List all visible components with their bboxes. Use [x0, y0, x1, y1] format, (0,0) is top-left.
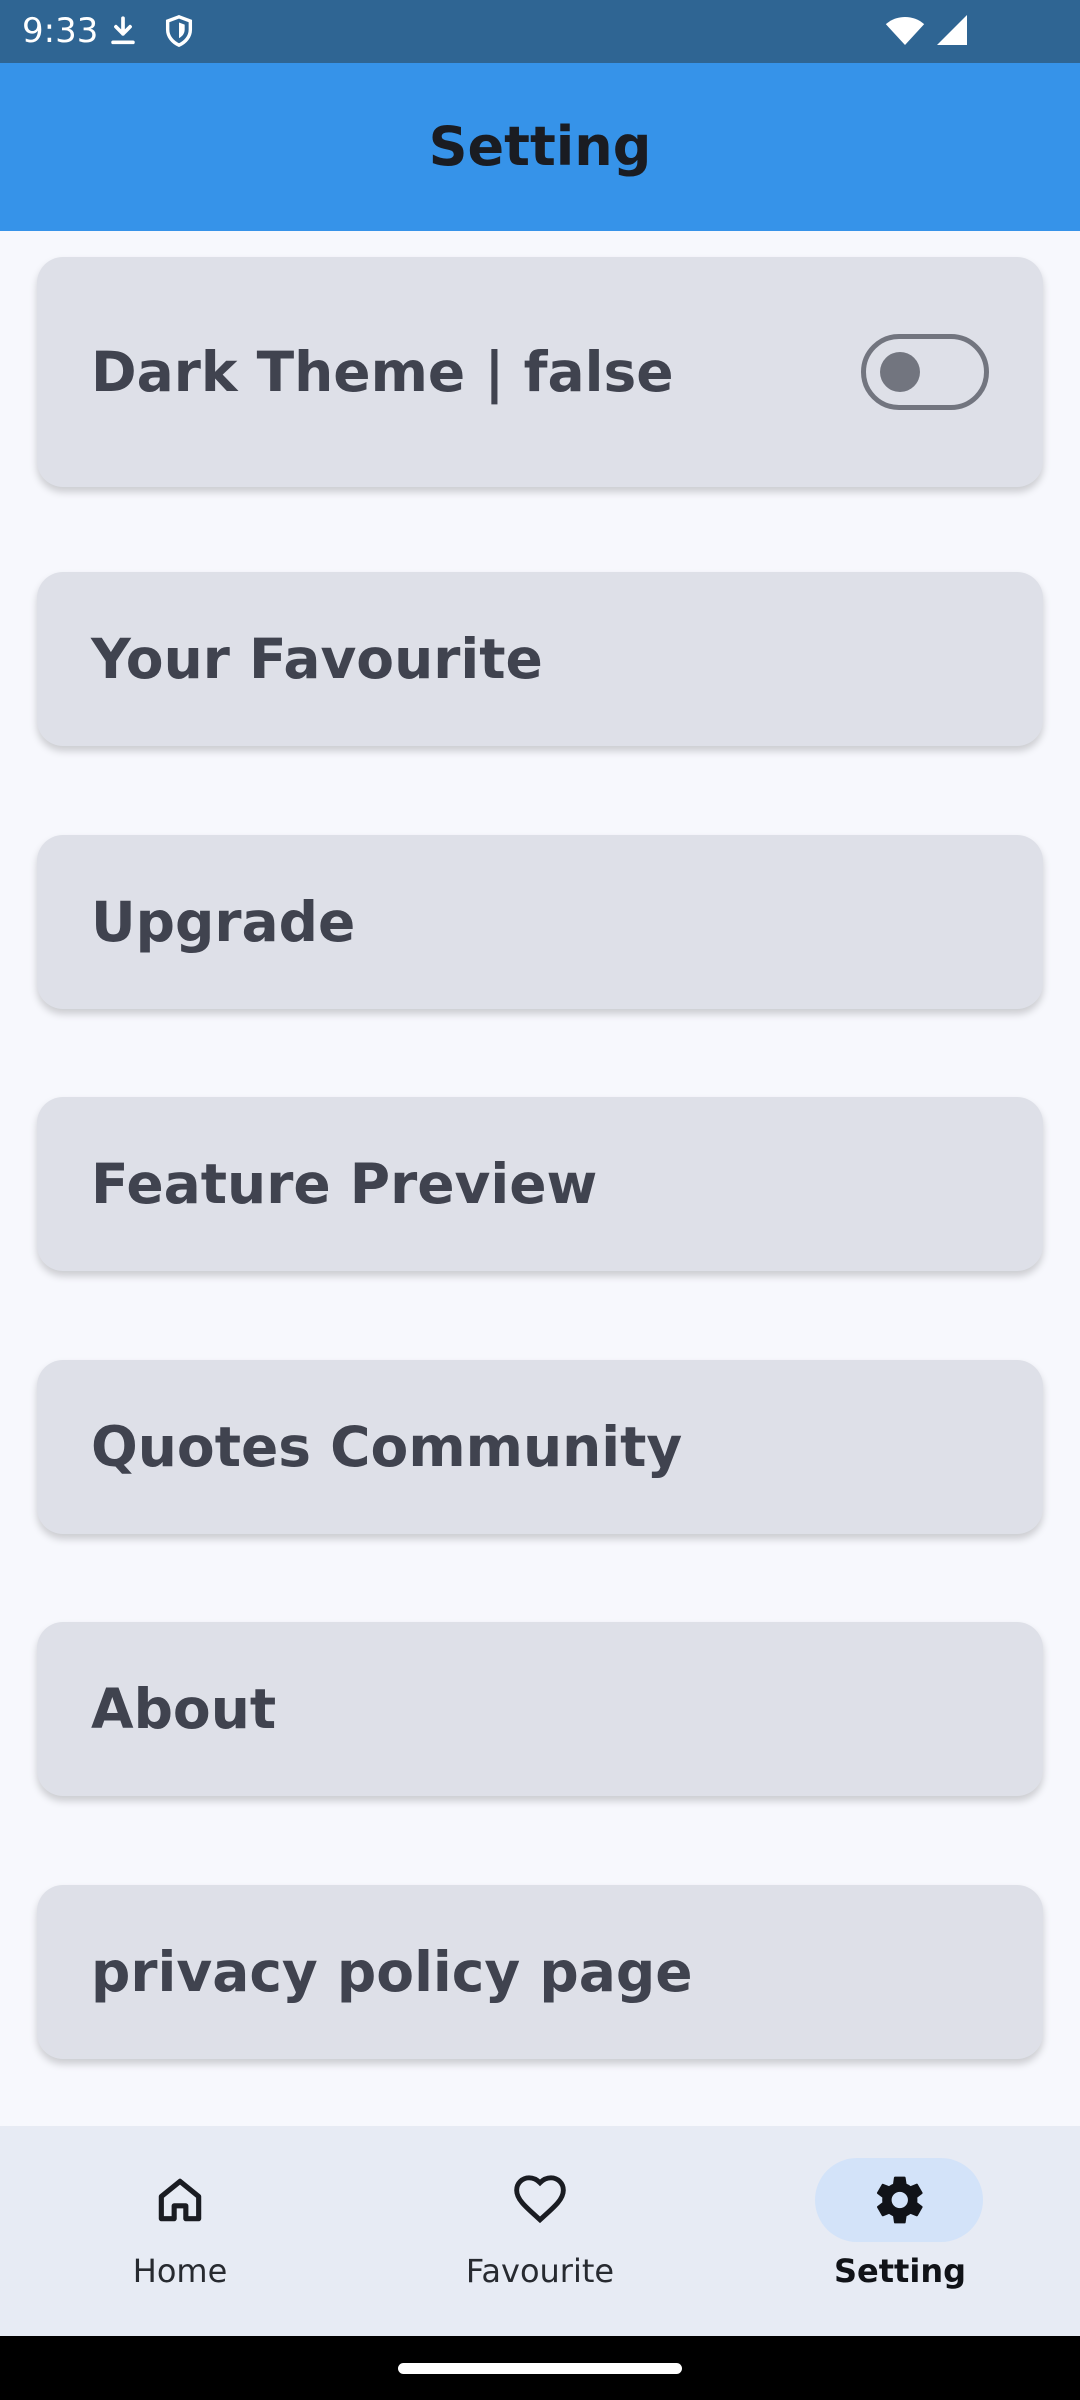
page-title: Setting: [428, 115, 652, 178]
heart-icon: [512, 2172, 568, 2228]
nav-label: Setting: [834, 2252, 966, 2290]
bottom-nav: Home Favourite Setting: [0, 2126, 1080, 2336]
status-bar: 9:33: [0, 0, 1080, 63]
nav-label: Favourite: [465, 2252, 615, 2290]
nav-item-home[interactable]: Home: [0, 2126, 360, 2336]
settings-item-label: Your Favourite: [91, 627, 543, 691]
dark-theme-toggle[interactable]: [861, 334, 989, 410]
gesture-nav-bar: [0, 2336, 1080, 2400]
shield-icon: [162, 12, 196, 55]
home-gesture-handle[interactable]: [398, 2363, 682, 2374]
status-time: 9:33: [22, 11, 99, 51]
settings-item-privacy-policy[interactable]: privacy policy page: [37, 1885, 1043, 2059]
settings-item-about[interactable]: About: [37, 1622, 1043, 1796]
download-icon: [106, 12, 140, 55]
nav-item-setting[interactable]: Setting: [720, 2126, 1080, 2336]
home-icon: [152, 2172, 208, 2228]
settings-item-feature-preview[interactable]: Feature Preview: [37, 1097, 1043, 1271]
wifi-icon: [884, 10, 926, 55]
settings-item-your-favourite[interactable]: Your Favourite: [37, 572, 1043, 746]
settings-item-quotes-community[interactable]: Quotes Community: [37, 1360, 1043, 1534]
settings-item-dark-theme[interactable]: Dark Theme | false: [37, 257, 1043, 487]
signal-icon: [934, 10, 970, 55]
toggle-knob: [880, 352, 920, 392]
gear-icon: [872, 2172, 928, 2228]
settings-item-label: privacy policy page: [91, 1940, 693, 2004]
nav-label: Home: [132, 2252, 228, 2290]
app-bar: Setting: [0, 63, 1080, 231]
settings-item-label: Upgrade: [91, 890, 356, 954]
settings-item-upgrade[interactable]: Upgrade: [37, 835, 1043, 1009]
settings-item-label: Dark Theme | false: [91, 340, 674, 404]
settings-item-label: Feature Preview: [91, 1152, 598, 1216]
settings-item-label: About: [91, 1677, 277, 1741]
nav-item-favourite[interactable]: Favourite: [360, 2126, 720, 2336]
settings-item-label: Quotes Community: [91, 1415, 683, 1479]
